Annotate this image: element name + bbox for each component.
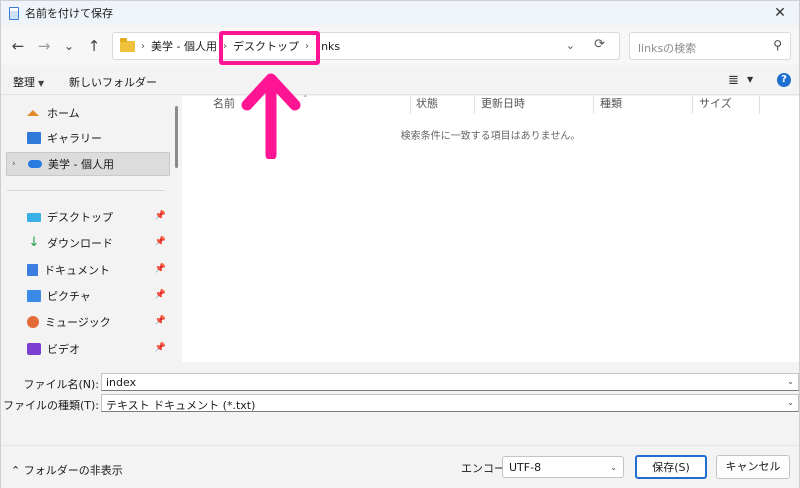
- save-as-dialog: 名前を付けて保存 ✕ ← → ⌄ ↑ › 美学 - 個人用 › デスクトップ ›…: [0, 0, 800, 488]
- sidebar-item-label: ミュージック: [45, 316, 111, 329]
- column-separator[interactable]: [759, 96, 760, 114]
- search-icon[interactable]: ⚲: [773, 38, 782, 52]
- notepad-icon: [9, 6, 19, 20]
- sidebar-item-label: ピクチャ: [47, 290, 91, 303]
- dialog-footer: ⌃ フォルダーの非表示 エンコード: UTF-8 ⌄ 保存(S) キャンセル: [1, 445, 799, 488]
- chevron-up-icon: ⌃: [11, 464, 24, 477]
- help-icon[interactable]: ?: [777, 73, 791, 87]
- download-icon: ↓: [28, 235, 40, 250]
- column-header-status[interactable]: 状態: [416, 96, 438, 114]
- hide-folders-label: フォルダーの非表示: [23, 464, 123, 477]
- pin-icon: 📌: [154, 211, 166, 221]
- pin-icon: 📌: [154, 290, 166, 300]
- title-bar: 名前を付けて保存 ✕: [1, 1, 799, 25]
- gallery-icon: [27, 132, 41, 144]
- close-button[interactable]: ✕: [771, 4, 789, 22]
- home-icon: [27, 110, 39, 116]
- breadcrumb-separator: ›: [141, 40, 145, 52]
- column-separator[interactable]: [410, 96, 411, 114]
- sidebar-item-label: ギャラリー: [47, 132, 102, 145]
- encoding-select[interactable]: UTF-8 ⌄: [502, 456, 624, 478]
- search-input[interactable]: linksの検索: [638, 40, 696, 56]
- column-header-name[interactable]: 名前: [213, 96, 235, 114]
- hide-folders-toggle[interactable]: ⌃ フォルダーの非表示: [11, 462, 123, 478]
- column-separator[interactable]: [593, 96, 594, 114]
- video-icon: [27, 343, 41, 355]
- forward-button[interactable]: →: [33, 35, 55, 57]
- organize-button[interactable]: 整理 ▼: [13, 74, 44, 90]
- sidebar-divider: [7, 190, 165, 191]
- breadcrumb-highlight-annotation: [219, 31, 320, 65]
- sidebar-item-downloads[interactable]: ↓ ダウンロード 📌: [6, 231, 170, 255]
- up-button[interactable]: ↑: [83, 35, 105, 57]
- music-icon: [27, 316, 39, 328]
- address-bar[interactable]: › 美学 - 個人用 › デスクトップ › links ⌄ ⟳: [112, 32, 620, 60]
- folder-icon: [120, 37, 135, 52]
- recent-locations-button[interactable]: ⌄: [58, 35, 80, 57]
- sidebar-item-label: ビデオ: [47, 343, 80, 356]
- column-header-modified[interactable]: 更新日時: [481, 96, 525, 114]
- sidebar-item-onedrive[interactable]: › 美学 - 個人用: [6, 152, 170, 176]
- column-separator[interactable]: [692, 96, 693, 114]
- pin-icon: 📌: [154, 237, 166, 247]
- chevron-down-icon[interactable]: ⌄: [787, 377, 794, 386]
- arrow-up-annotation-icon: [241, 73, 301, 159]
- chevron-right-icon[interactable]: ›: [12, 159, 16, 169]
- documents-icon: [27, 264, 38, 276]
- toolbar: 整理 ▼ 新しいフォルダー ≣ ▼ ?: [1, 67, 799, 95]
- chevron-down-icon[interactable]: ⌄: [787, 398, 794, 407]
- sidebar-item-videos[interactable]: ビデオ 📌: [6, 337, 170, 361]
- breadcrumb-item-onedrive[interactable]: 美学 - 個人用: [151, 38, 217, 54]
- pin-icon: 📌: [154, 316, 166, 326]
- sidebar-item-gallery[interactable]: ギャラリー: [6, 126, 170, 150]
- pictures-icon: [27, 290, 41, 302]
- cancel-button[interactable]: キャンセル: [716, 455, 790, 479]
- encoding-value[interactable]: UTF-8: [509, 461, 541, 474]
- column-header-size[interactable]: サイズ: [699, 96, 732, 114]
- chevron-down-icon[interactable]: ▼: [747, 75, 753, 84]
- chevron-down-icon: ▼: [38, 79, 45, 88]
- sidebar-item-desktop[interactable]: デスクトップ 📌: [6, 205, 170, 229]
- chevron-down-icon[interactable]: ⌄: [610, 463, 617, 472]
- pin-icon: 📌: [154, 264, 166, 274]
- filename-value[interactable]: index: [106, 376, 136, 389]
- organize-label: 整理: [13, 76, 35, 89]
- sidebar-item-label: ドキュメント: [44, 264, 110, 277]
- sidebar-scrollbar[interactable]: [175, 106, 178, 168]
- back-button[interactable]: ←: [7, 35, 29, 57]
- sidebar-item-documents[interactable]: ドキュメント 📌: [6, 258, 170, 282]
- sidebar-item-label: 美学 - 個人用: [48, 158, 114, 171]
- sort-up-icon: ⌃: [302, 94, 309, 103]
- column-separator[interactable]: [474, 96, 475, 114]
- save-button[interactable]: 保存(S): [635, 455, 707, 479]
- filename-label: ファイル名(N):: [23, 378, 99, 391]
- navigation-pane: ホーム ギャラリー › 美学 - 個人用 デスクトップ 📌 ↓ ダウンロード 📌…: [1, 96, 179, 362]
- sidebar-item-music[interactable]: ミュージック 📌: [6, 310, 170, 334]
- desktop-icon: [27, 212, 41, 222]
- sidebar-item-label: デスクトップ: [47, 211, 113, 224]
- column-header-type[interactable]: 種類: [600, 96, 622, 114]
- window-title: 名前を付けて保存: [25, 7, 113, 20]
- filetype-value[interactable]: テキスト ドキュメント (*.txt): [106, 397, 255, 413]
- view-options-icon[interactable]: ≣: [728, 73, 739, 88]
- filetype-label: ファイルの種類(T):: [2, 399, 99, 412]
- filetype-select[interactable]: テキスト ドキュメント (*.txt) ⌄: [101, 394, 799, 412]
- sidebar-item-home[interactable]: ホーム: [6, 101, 170, 125]
- chevron-down-icon[interactable]: ⌄: [566, 39, 575, 52]
- sidebar-item-label: ダウンロード: [47, 237, 113, 250]
- navigation-bar: ← → ⌄ ↑ › 美学 - 個人用 › デスクトップ › links ⌄ ⟳ …: [1, 27, 799, 65]
- pin-icon: 📌: [154, 343, 166, 353]
- onedrive-icon: [28, 160, 42, 168]
- sidebar-item-pictures[interactable]: ピクチャ 📌: [6, 284, 170, 308]
- search-box[interactable]: linksの検索 ⚲: [629, 32, 791, 60]
- sidebar-item-label: ホーム: [47, 107, 80, 120]
- new-folder-button[interactable]: 新しいフォルダー: [69, 74, 157, 90]
- refresh-icon[interactable]: ⟳: [594, 37, 605, 52]
- filename-field[interactable]: index ⌄: [101, 373, 799, 391]
